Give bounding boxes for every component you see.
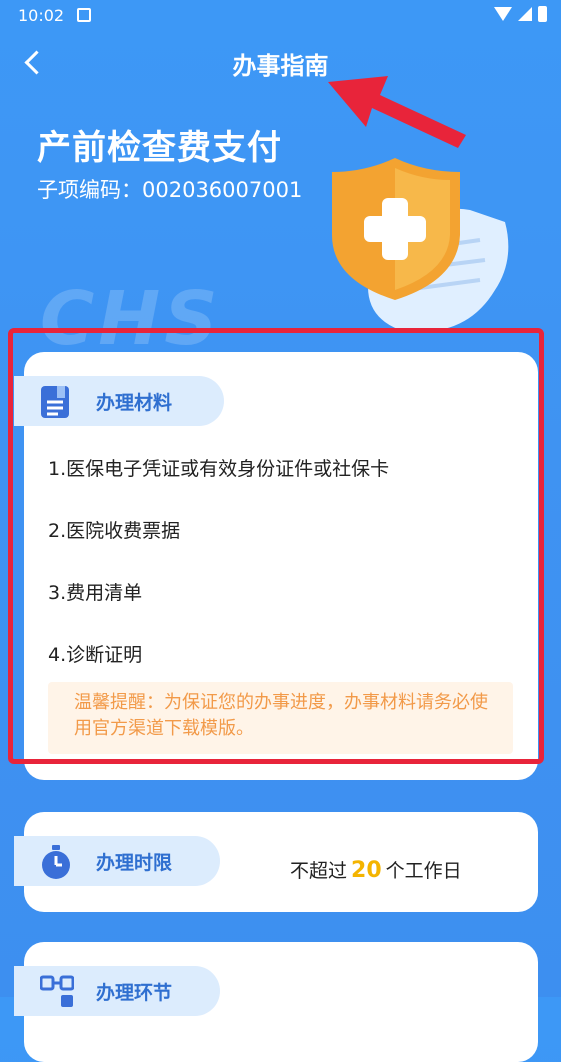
stopwatch-icon	[42, 845, 70, 879]
time-limit-value: 不超过 20 个工作日	[290, 856, 462, 883]
time-limit-label: 办理时限	[96, 852, 173, 874]
shield-plus-icon	[332, 158, 509, 332]
steps-card: 办理环节	[14, 942, 538, 1062]
time-suffix: 个工作日	[385, 860, 462, 882]
steps-tag: 办理环节	[14, 966, 220, 1016]
time-days: 20	[351, 858, 382, 883]
steps-label: 办理环节	[96, 982, 173, 1004]
annotation-arrow	[328, 76, 466, 148]
service-code-value: 002036007001	[142, 178, 303, 202]
service-code: 子项编码：002036007001	[37, 174, 302, 204]
time-limit-tag: 办理时限	[14, 836, 220, 886]
flow-nodes-icon	[40, 975, 74, 1007]
time-prefix: 不超过	[290, 860, 348, 882]
annotation-highlight-box	[8, 328, 544, 764]
service-code-label: 子项编码：	[37, 178, 142, 202]
time-limit-card: 办理时限 不超过 20 个工作日	[14, 812, 538, 912]
